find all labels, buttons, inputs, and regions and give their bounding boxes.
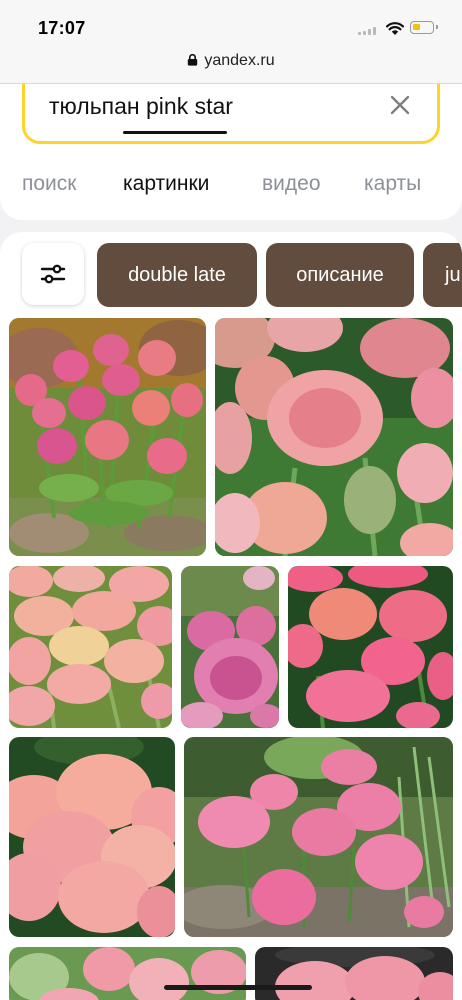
chip-double-late[interactable]: double late bbox=[97, 243, 257, 307]
tulip-photo-image bbox=[9, 947, 246, 1000]
image-result-tile[interactable] bbox=[9, 737, 175, 937]
close-icon[interactable] bbox=[389, 94, 411, 116]
image-results: double late описание ju bbox=[0, 232, 462, 1000]
tulip-photo-image bbox=[9, 566, 172, 728]
tulip-photo-image bbox=[288, 566, 453, 728]
filter-chips: double late описание ju bbox=[0, 242, 462, 308]
home-indicator bbox=[164, 985, 312, 990]
tab-maps[interactable]: карты bbox=[364, 172, 421, 196]
image-result-tile[interactable] bbox=[215, 318, 453, 556]
filter-button[interactable] bbox=[22, 243, 84, 305]
search-header: тюльпан pink star поиск картинки видео к… bbox=[0, 84, 462, 220]
search-tabs: поиск картинки видео карты bbox=[0, 168, 462, 220]
signal-icon bbox=[358, 27, 380, 35]
url-text: yandex.ru bbox=[204, 52, 275, 69]
active-tab-indicator bbox=[123, 131, 227, 134]
image-result-tile[interactable] bbox=[255, 947, 453, 1000]
filter-sliders-icon bbox=[40, 264, 66, 284]
image-result-tile[interactable] bbox=[288, 566, 453, 728]
lock-icon bbox=[188, 54, 198, 66]
tulip-photo-image bbox=[181, 566, 279, 728]
tab-video[interactable]: видео bbox=[262, 172, 321, 196]
chip-description[interactable]: описание bbox=[266, 243, 414, 307]
tab-search[interactable]: поиск bbox=[22, 172, 76, 196]
battery-icon bbox=[410, 21, 438, 34]
search-input[interactable]: тюльпан pink star bbox=[22, 84, 440, 144]
status-time: 17:07 bbox=[38, 18, 86, 38]
image-result-tile[interactable] bbox=[181, 566, 279, 728]
tulip-photo-image bbox=[215, 318, 453, 556]
chip-ju[interactable]: ju bbox=[423, 243, 462, 307]
image-result-tile[interactable] bbox=[9, 566, 172, 728]
tulip-photo-image bbox=[9, 318, 206, 556]
image-result-tile[interactable] bbox=[184, 737, 453, 937]
search-query[interactable]: тюльпан pink star bbox=[49, 93, 233, 120]
tulip-photo-image bbox=[184, 737, 453, 937]
tulip-photo-image bbox=[255, 947, 453, 1000]
wifi-icon bbox=[385, 22, 405, 35]
tab-images[interactable]: картинки bbox=[123, 172, 209, 196]
status-bar: 17:07 bbox=[0, 0, 462, 44]
image-result-tile[interactable] bbox=[9, 318, 206, 556]
browser-url-bar[interactable]: yandex.ru bbox=[0, 44, 462, 84]
image-result-tile[interactable] bbox=[9, 947, 246, 1000]
tulip-photo-image bbox=[9, 737, 175, 937]
